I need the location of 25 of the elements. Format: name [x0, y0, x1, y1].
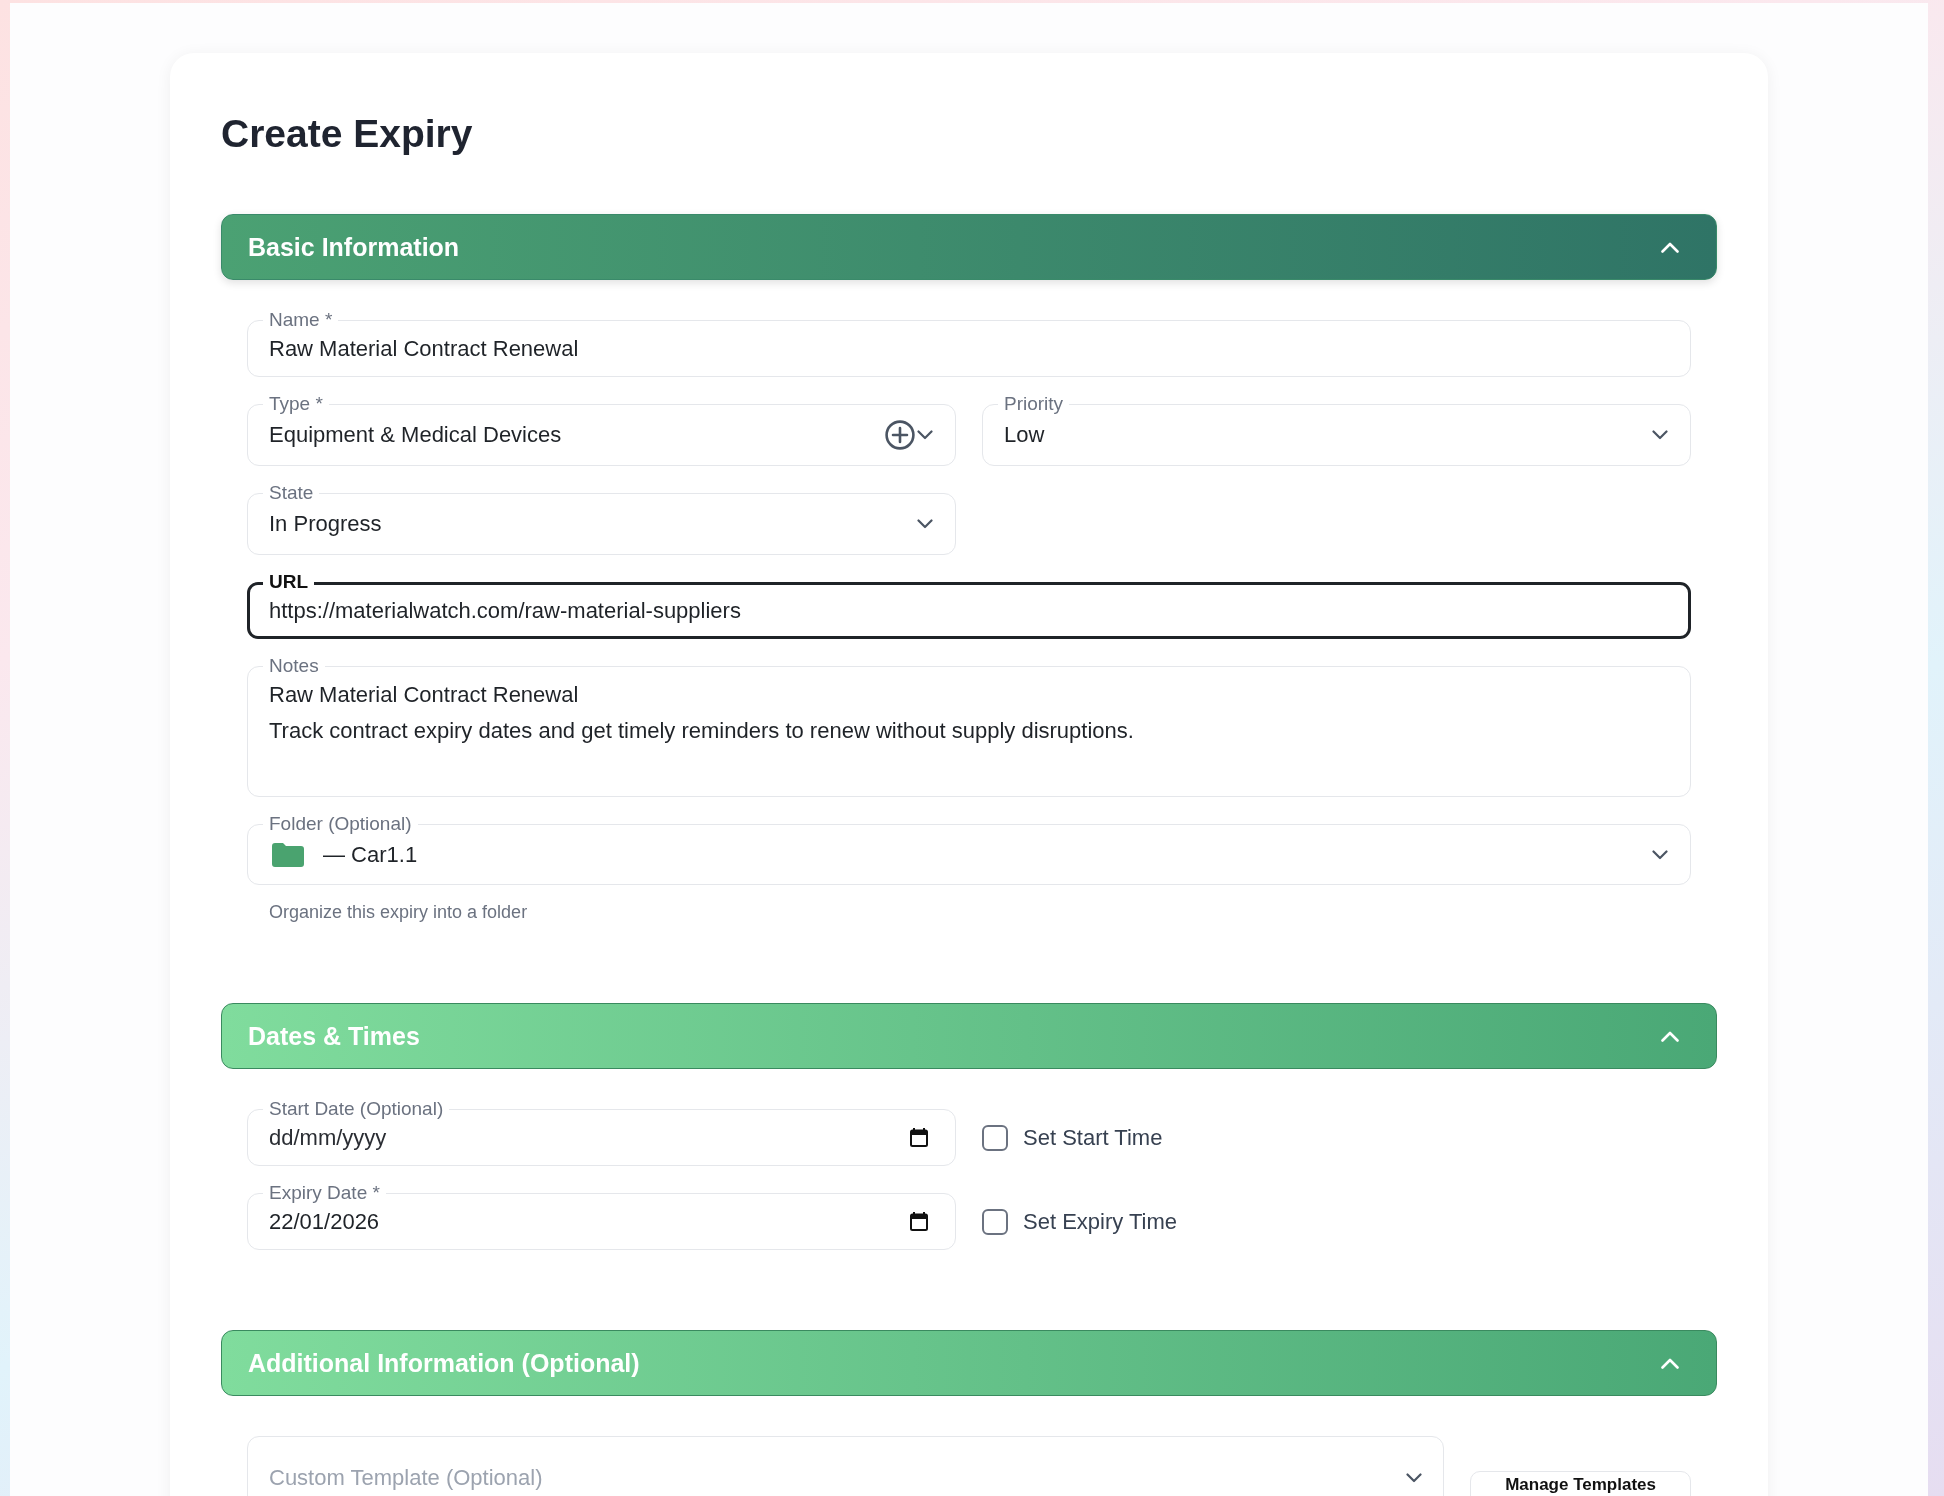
calendar-icon[interactable]: [910, 1212, 928, 1231]
chevron-down-icon: [917, 519, 933, 529]
notes-field[interactable]: Notes Raw Material Contract Renewal Track contract expiry dates and get timely reminders to renew without supply disruptions.: [247, 655, 1691, 797]
checkbox[interactable]: [982, 1208, 1008, 1235]
hint-text: Organize this expiry into a folder: [268, 901, 529, 923]
calendar-icon[interactable]: [910, 1128, 928, 1147]
folder-select[interactable]: Folder (Optional) — Car1.1: [247, 813, 1691, 885]
select-field[interactable]: Type * Equipment & Medical Devices: [247, 393, 956, 466]
folder-icon: [272, 842, 304, 867]
select-field[interactable]: State In Progress: [247, 482, 956, 555]
checkbox-label[interactable]: Set Expiry Time: [1023, 1208, 1178, 1235]
text-field[interactable]: Name * Raw Material Contract Renewal: [247, 309, 1691, 377]
action-button[interactable]: Manage Templates: [1470, 1471, 1691, 1496]
select-field[interactable]: Priority Low: [982, 393, 1691, 466]
checkbox-label[interactable]: Set Start Time: [1023, 1124, 1163, 1151]
chevron-down-icon: [1652, 430, 1668, 440]
date-field[interactable]: Expiry Date * 22/01/2026: [247, 1182, 956, 1250]
chevron-down-icon: [917, 430, 933, 440]
page-title: Create Expiry: [221, 111, 474, 157]
date-field[interactable]: Start Date (Optional) dd/mm/yyyy: [247, 1098, 956, 1166]
chevron-down-icon: [1652, 849, 1668, 860]
chevron-down-icon: [1406, 1473, 1423, 1483]
checkbox[interactable]: [982, 1124, 1008, 1151]
text-field[interactable]: URL https://materialwatch.com/raw-material-suppliers: [247, 571, 1691, 639]
plus-circle-icon[interactable]: [885, 420, 915, 450]
